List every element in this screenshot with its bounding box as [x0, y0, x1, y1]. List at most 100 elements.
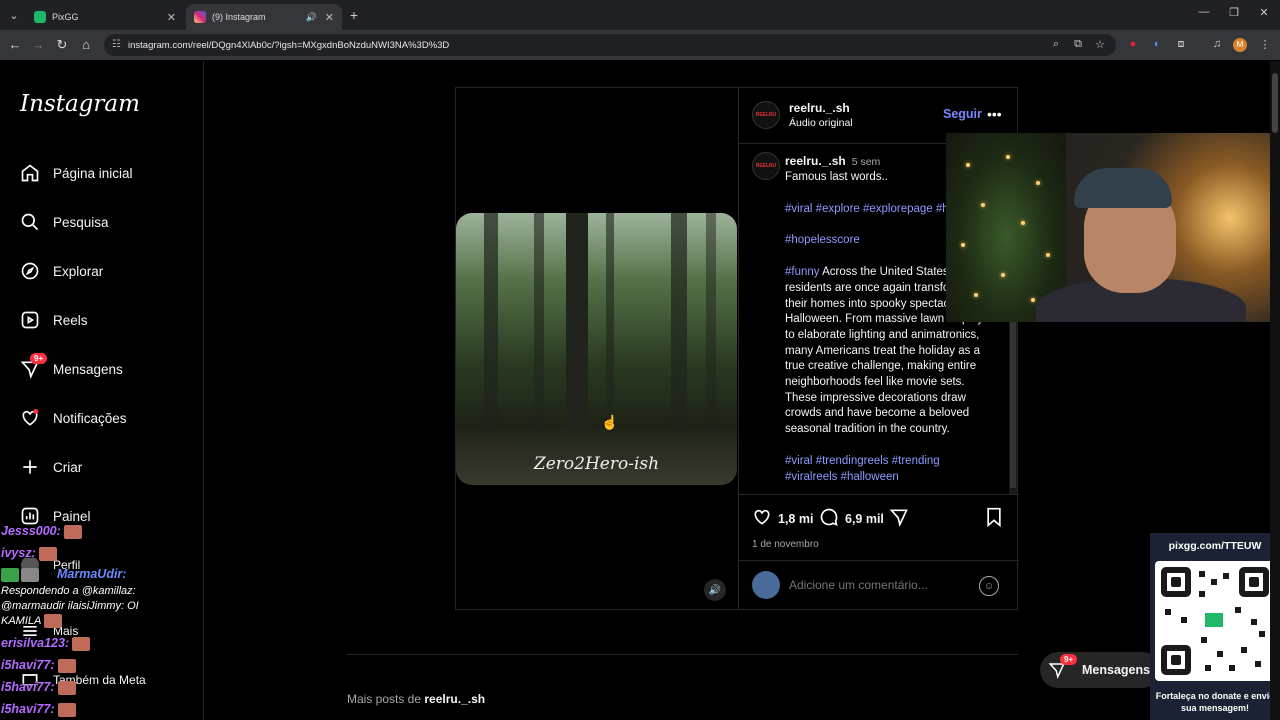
tab-pixgg[interactable]: PixGG ✕ — [26, 4, 184, 30]
chat-user: i5havi77: — [1, 680, 55, 694]
more-posts-heading: Mais posts de reelru._.sh — [347, 692, 485, 706]
home-button-icon[interactable]: ⌂ — [78, 37, 94, 53]
chat-line: @marmaudir ilaisiJimmy: OI — [1, 598, 139, 612]
zoom-icon[interactable]: ⌕ — [1048, 38, 1064, 51]
post-date: 1 de novembro — [752, 539, 819, 550]
chat-emote-icon — [63, 524, 82, 539]
page-scrollbar[interactable] — [1270, 61, 1280, 720]
extensions-icon[interactable]: ⧈ — [1173, 38, 1189, 51]
share-icon — [889, 507, 909, 530]
audio-playing-icon[interactable]: 🔊 — [306, 12, 317, 23]
sidebar-item-home[interactable]: Página inicial — [20, 161, 133, 185]
tab-search-icon[interactable]: ⌄ — [4, 5, 24, 25]
sidebar-item-label: Explorar — [53, 263, 104, 279]
compass-icon — [20, 261, 40, 281]
messages-badge: 9+ — [1060, 654, 1078, 665]
chat-line: i5havi77: — [1, 658, 76, 673]
save-button[interactable] — [985, 507, 1009, 530]
chat-line: ivysz: — [1, 546, 57, 561]
volume-icon[interactable]: 🔊 — [704, 579, 726, 601]
tab-instagram[interactable]: (9) Instagram 🔊 ✕ — [186, 4, 342, 30]
qr-message: Fortaleça no donate e envie sua mensagem… — [1155, 691, 1275, 713]
back-icon[interactable]: ← — [7, 37, 23, 53]
comment-count: 6,9 mil — [845, 511, 884, 526]
pixgg-favicon-icon — [34, 11, 46, 23]
more-posts-prefix: Mais posts de — [347, 692, 422, 706]
profile-avatar-icon[interactable]: M — [1233, 38, 1247, 52]
sidebar-item-reels[interactable]: Reels — [20, 308, 88, 332]
close-window-icon[interactable]: ✕ — [1254, 6, 1274, 19]
chat-emote-icon — [38, 546, 57, 561]
author-username[interactable]: reelru._.sh — [789, 101, 850, 115]
emoji-icon[interactable]: ☺ — [979, 576, 999, 596]
plus-icon — [20, 457, 40, 477]
instagram-favicon-icon — [194, 11, 206, 23]
media-control-icon[interactable]: ♫ — [1209, 38, 1225, 50]
address-bar[interactable]: ☷ instagram.com/reel/DQgn4XlAb0c/?igsh=M… — [104, 34, 1116, 56]
sidebar-item-create[interactable]: Criar — [20, 455, 82, 479]
sidebar-item-search[interactable]: Pesquisa — [20, 210, 109, 234]
author-avatar[interactable]: REELRU — [752, 101, 780, 129]
heart-icon — [20, 408, 40, 428]
sidebar-item-label: Criar — [53, 459, 83, 475]
chat-user: MarmaUdir: — [57, 567, 127, 581]
share-button[interactable] — [889, 507, 915, 530]
hashtags[interactable]: #viral #trendingreels #trending #viralre… — [785, 454, 991, 485]
extension-record-icon[interactable]: ● — [1125, 38, 1141, 50]
close-tab-icon[interactable]: ✕ — [167, 11, 176, 24]
restore-icon[interactable]: ❐ — [1224, 6, 1244, 19]
chat-text: Respondendo a @kamillaz: — [1, 585, 136, 597]
browser-menu-icon[interactable]: ⋮ — [1257, 38, 1273, 51]
bookmark-star-icon[interactable]: ☆ — [1092, 38, 1108, 51]
chat-user: i5havi77: — [1, 702, 55, 716]
instagram-logo[interactable]: Instagram — [20, 91, 140, 117]
forward-icon[interactable]: → — [30, 37, 46, 53]
messages-label: Mensagens — [1082, 663, 1151, 677]
chat-emote-icon — [57, 702, 76, 717]
close-tab-icon[interactable]: ✕ — [325, 11, 334, 24]
current-user-avatar — [752, 571, 780, 599]
section-divider — [347, 654, 1018, 655]
new-tab-icon[interactable]: + — [344, 5, 364, 25]
comment-button[interactable]: 6,9 mil — [819, 507, 884, 530]
hashtag-funny[interactable]: #funny — [785, 266, 820, 278]
chat-user: Jesss000: — [1, 524, 61, 538]
more-options-icon[interactable]: ••• — [987, 106, 1002, 122]
comment-input[interactable] — [789, 575, 969, 595]
chat-line: i5havi77: — [1, 680, 76, 695]
chat-line: Respondendo a @kamillaz: — [1, 583, 136, 597]
audio-label[interactable]: Áudio original — [789, 117, 853, 129]
like-button[interactable]: 1,8 mi — [752, 507, 813, 530]
chat-badge-icon — [21, 567, 39, 582]
qr-code-icon — [1155, 561, 1275, 681]
qr-url: pixgg.com/TTEUW — [1168, 540, 1262, 552]
more-posts-username[interactable]: reelru._.sh — [424, 692, 485, 706]
minimize-icon[interactable]: — — [1194, 6, 1214, 18]
heart-icon — [752, 507, 772, 530]
chat-emote-icon — [57, 680, 76, 695]
floating-messages-button[interactable]: 9+ Mensagens — [1040, 652, 1160, 688]
chat-user: ivysz: — [1, 546, 36, 560]
tab-title: (9) Instagram — [212, 12, 266, 22]
chat-line: MarmaUdir: — [1, 567, 126, 582]
chat-user: erisilva123: — [1, 636, 70, 650]
follow-button[interactable]: Seguir — [943, 107, 982, 121]
sidebar-item-label: Pesquisa — [53, 214, 109, 230]
stream-chat-overlay: Jesss000: ivysz: MarmaUdir: Respondendo … — [0, 522, 200, 720]
sidebar-item-explore[interactable]: Explorar — [20, 259, 103, 283]
chat-line: erisilva123: — [1, 636, 91, 651]
site-info-icon[interactable]: ☷ — [112, 39, 121, 50]
extension-audio-icon[interactable]: ◖ — [1148, 38, 1164, 50]
streamer-cap — [1074, 168, 1172, 208]
post-actions: 1,8 mi 6,9 mil 1 de novembro — [739, 494, 1019, 564]
chat-badge-icon — [1, 567, 19, 582]
install-icon[interactable]: ⧉ — [1070, 38, 1086, 51]
sidebar-item-notifications[interactable]: Notificações — [20, 406, 127, 430]
chat-line: KAMILA — [1, 613, 63, 628]
reel-video[interactable]: Zero2Hero-ish 🔊 — [456, 88, 738, 609]
sidebar-item-label: Notificações — [53, 410, 127, 426]
chat-text: @marmaudir ilaisiJimmy: OI — [1, 600, 139, 612]
caption-username[interactable]: reelru._.sh — [785, 154, 846, 168]
caption-avatar[interactable]: REELRU — [752, 152, 780, 180]
reload-icon[interactable]: ↻ — [54, 37, 70, 53]
